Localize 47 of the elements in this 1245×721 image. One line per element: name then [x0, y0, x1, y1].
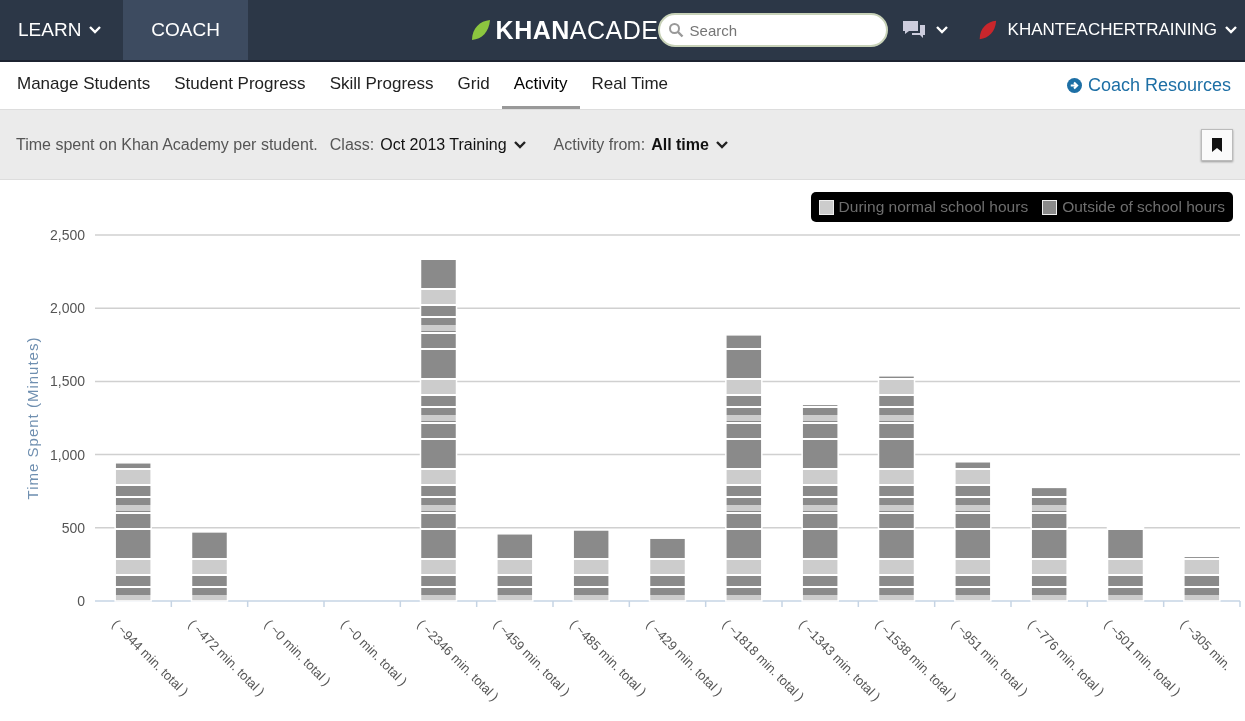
y-axis-title: Time Spent (Minutes) — [24, 336, 41, 500]
bar[interactable] — [725, 334, 763, 602]
y-tick-label: 500 — [61, 519, 85, 536]
logo-text[interactable]: KHANACADE — [495, 15, 658, 45]
legend-label: During normal school hours — [838, 198, 1029, 216]
y-tick-label: 2,000 — [49, 300, 85, 317]
chevron-down-icon — [1225, 26, 1237, 34]
description-text: Time spent on Khan Academy per student. — [16, 135, 318, 154]
bookmark-button[interactable] — [1201, 128, 1233, 161]
y-tick-label: 2,500 — [49, 227, 85, 243]
bar[interactable] — [648, 537, 687, 602]
bar[interactable] — [1106, 526, 1145, 602]
tab[interactable]: Grid — [445, 62, 502, 109]
tab[interactable]: Manage Students — [5, 62, 163, 109]
user-menu[interactable]: KHANTEACHERTRAINING — [1007, 20, 1237, 40]
range-label: Activity from: — [553, 135, 646, 154]
bar[interactable] — [801, 403, 839, 602]
x-axis-label: ( ~305 min. — [1177, 616, 1235, 674]
chevron-down-icon — [513, 140, 526, 149]
bar[interactable] — [1030, 486, 1068, 602]
chevron-down-icon — [715, 140, 728, 149]
y-tick-label: 1,000 — [49, 446, 85, 463]
tab[interactable]: Skill Progress — [317, 62, 446, 109]
tab[interactable]: Real Time — [579, 62, 681, 109]
class-label: Class: — [329, 135, 375, 154]
bar[interactable] — [954, 461, 992, 602]
bar[interactable] — [1183, 555, 1221, 602]
range-dropdown[interactable]: All time — [651, 135, 728, 154]
bar[interactable] — [190, 531, 229, 602]
legend-label: Outside of school hours — [1062, 198, 1225, 216]
bar[interactable] — [572, 529, 610, 602]
bookmark-icon — [1212, 137, 1222, 152]
chevron-down-icon[interactable] — [935, 26, 948, 34]
coach-resources-link[interactable]: Coach Resources — [1066, 62, 1231, 109]
y-tick-label: 1,500 — [49, 373, 85, 390]
chat-bubbles-icon[interactable] — [901, 20, 926, 40]
bar[interactable] — [877, 375, 916, 602]
tab[interactable]: Student Progress — [162, 62, 318, 109]
nav-tab[interactable]: COACH — [123, 0, 248, 60]
search-field[interactable]: Search — [657, 13, 888, 47]
bar[interactable] — [496, 533, 534, 602]
search-icon — [667, 22, 684, 38]
y-tick-label: 0 — [77, 593, 85, 609]
bar[interactable] — [114, 462, 152, 602]
class-dropdown[interactable]: Oct 2013 Training — [380, 135, 526, 154]
arrow-circle-icon — [1066, 78, 1082, 93]
nav-tab[interactable]: LEARN — [0, 0, 124, 60]
